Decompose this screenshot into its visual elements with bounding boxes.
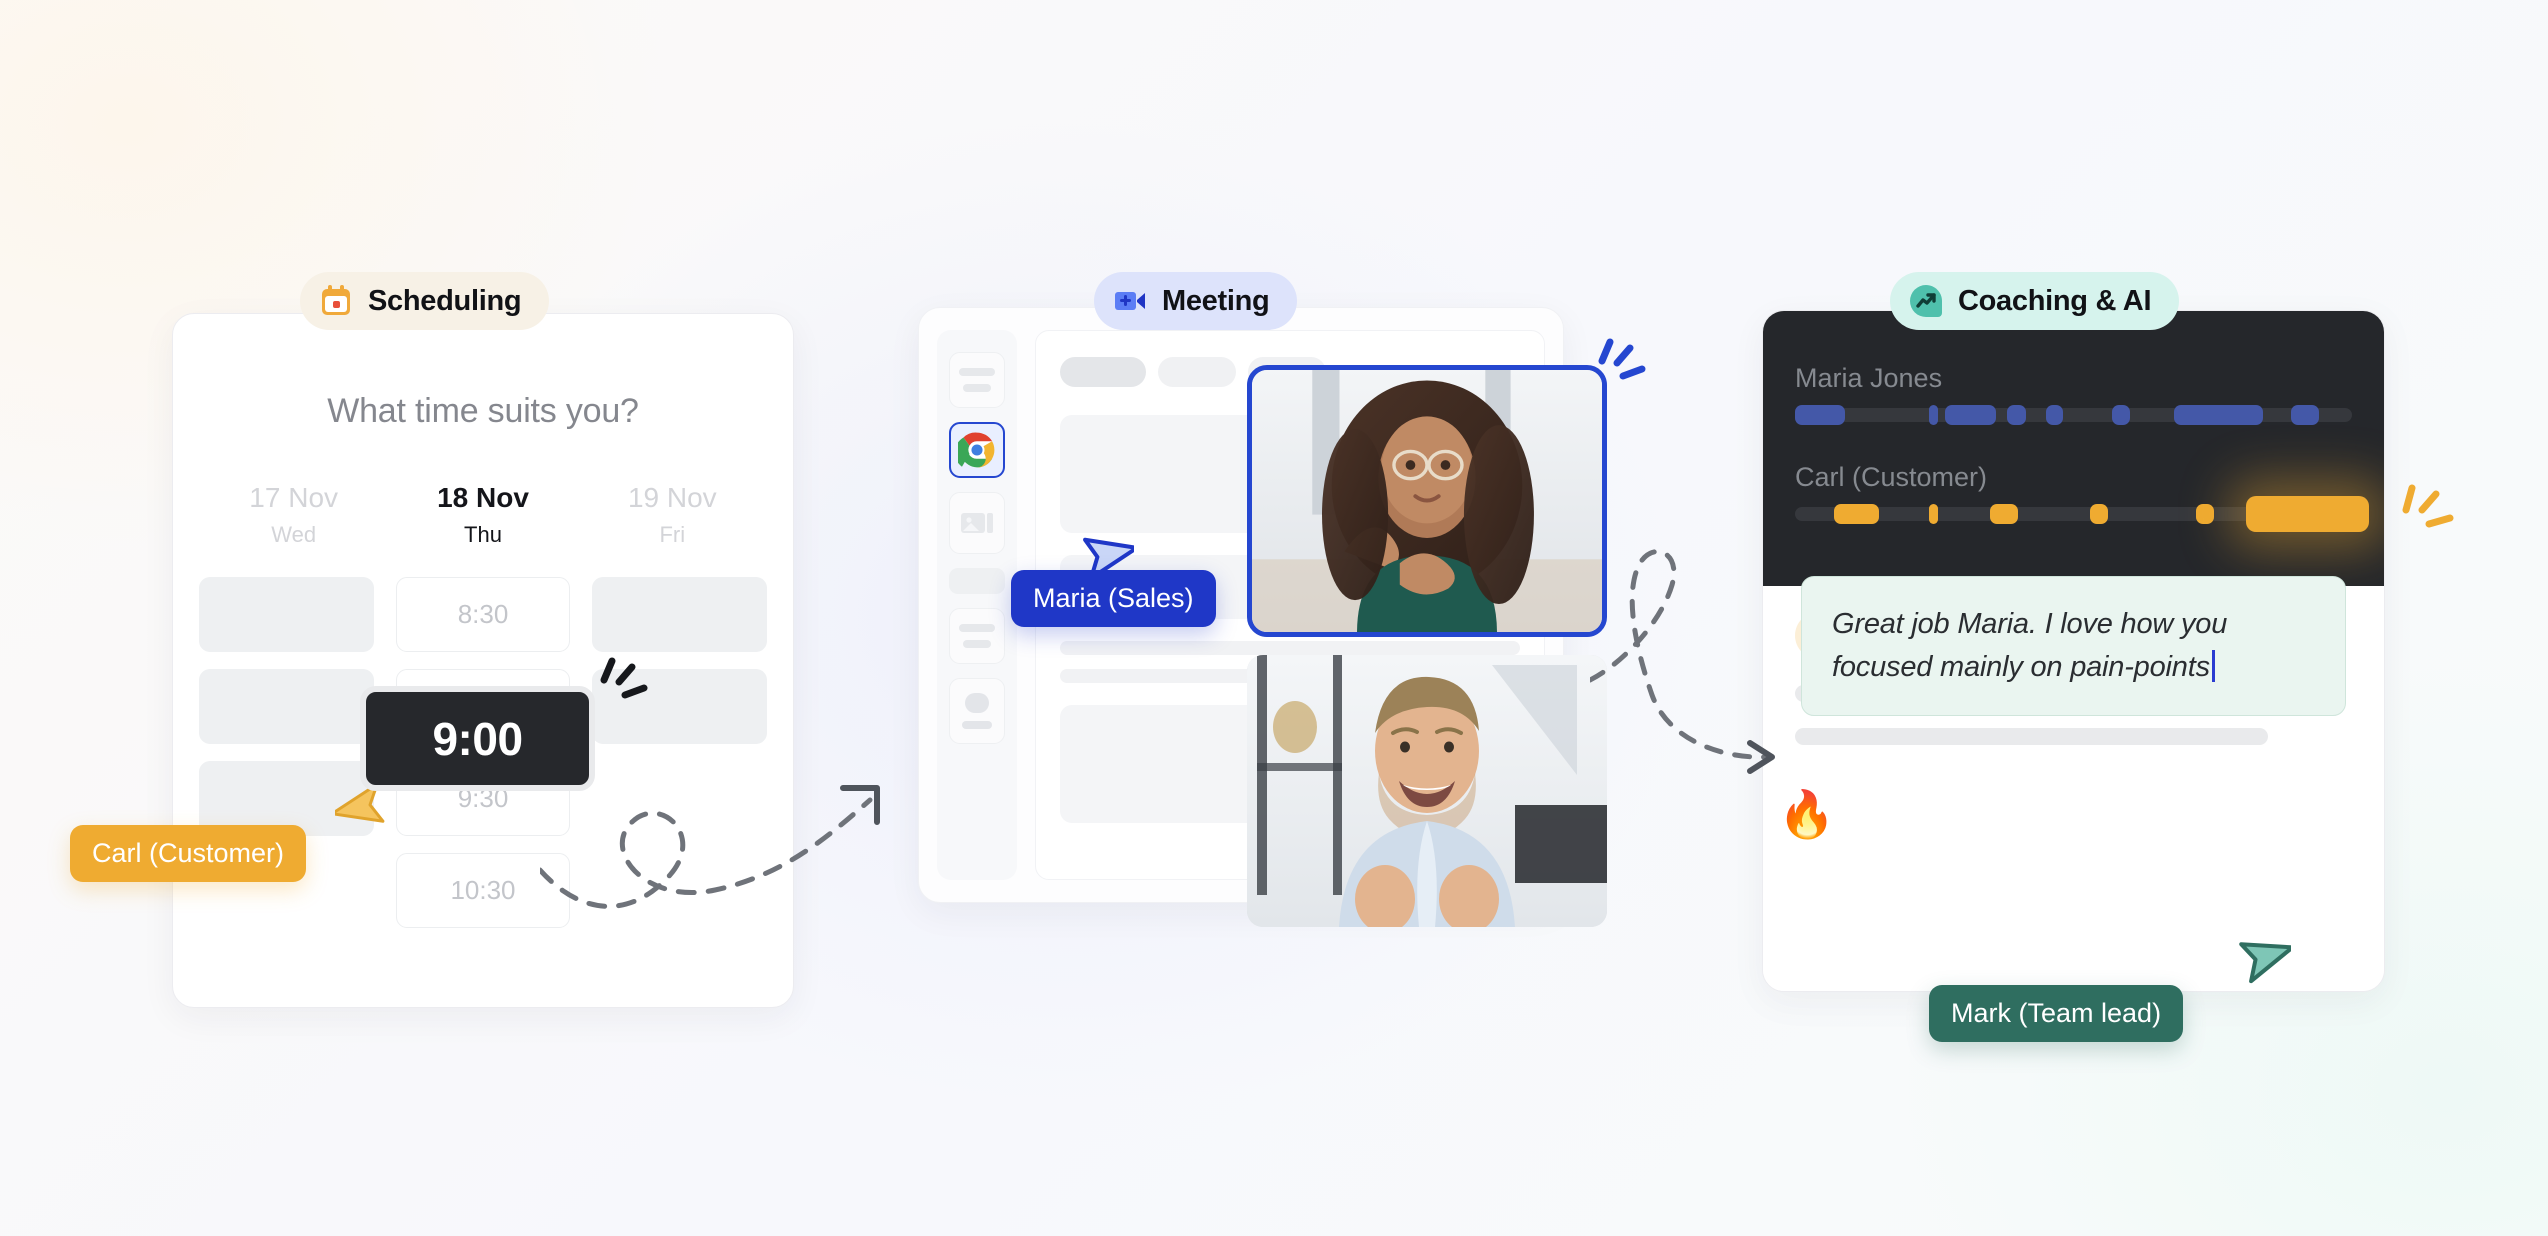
date-selector: 17 Nov Wed 18 Nov Thu 19 Nov Fri: [173, 481, 793, 551]
coaching-badge: Coaching & AI: [1890, 272, 2180, 330]
time-slot[interactable]: [592, 669, 767, 745]
carl-video-frame: [1247, 655, 1607, 927]
speech-segment: [1945, 405, 1996, 425]
carl-video-tile[interactable]: [1247, 655, 1607, 927]
text-caret: [2211, 649, 2215, 682]
avatar: [965, 693, 989, 713]
sidebar-item-skeleton-card[interactable]: [949, 608, 1005, 664]
skeleton-line: [959, 624, 995, 632]
skeleton-line: [1060, 641, 1520, 655]
sidebar-item-skeleton-card[interactable]: [949, 352, 1005, 408]
time-slot[interactable]: 8:30: [395, 577, 571, 653]
skeleton-line: [963, 384, 991, 392]
date-column-1[interactable]: 18 Nov Thu: [388, 481, 577, 551]
speaker-name-carl: Carl (Customer): [1795, 462, 1988, 492]
speech-segment: [2045, 405, 2064, 425]
browser-sidebar: [937, 330, 1017, 880]
sparkle-gold-icon: [2402, 484, 2454, 528]
speech-segment: [1928, 504, 1938, 524]
speech-segment-highlighted: [2246, 496, 2369, 532]
date-weekday: Thu: [464, 522, 502, 548]
time-slot-empty: [592, 853, 767, 928]
time-slot-empty: [592, 761, 767, 836]
trending-up-icon: [1910, 285, 1942, 317]
coaching-badge-label: Coaching & AI: [1958, 284, 2152, 317]
speech-segment: [2090, 504, 2109, 524]
time-slot[interactable]: [592, 577, 767, 653]
meeting-badge: Meeting: [1094, 272, 1298, 330]
coaching-comment-input[interactable]: Great job Maria. I love how you focused …: [1801, 576, 2346, 716]
maria-video-tile[interactable]: [1247, 365, 1607, 637]
fire-reaction-icon: 🔥: [1778, 788, 1836, 840]
date-day: 18 Nov: [437, 482, 529, 513]
canvas: What time suits you? 17 Nov Wed 18 Nov T…: [0, 0, 2548, 1236]
date-column-0[interactable]: 17 Nov Wed: [199, 481, 388, 551]
date-weekday: Wed: [271, 522, 317, 548]
speech-segment: [1795, 405, 1846, 425]
sidebar-item-pill[interactable]: [949, 568, 1005, 594]
speech-segment: [2290, 405, 2319, 425]
cursor-label-mark: Mark (Team lead): [1929, 985, 2184, 1042]
video-camera-icon: [1115, 292, 1145, 310]
selected-time-tooltip: 9:00: [360, 686, 595, 791]
sidebar-item-avatar-card[interactable]: [949, 678, 1005, 744]
calendar-icon: [322, 285, 350, 315]
scheduling-badge-label: Scheduling: [368, 284, 522, 317]
maria-video-frame: [1252, 370, 1602, 632]
skeleton-line: [962, 721, 992, 729]
skeleton-line: [963, 640, 991, 648]
scheduling-question: What time suits you?: [327, 392, 639, 430]
speech-segment: [1928, 405, 1938, 425]
speech-segment: [2196, 504, 2214, 524]
speech-segment: [2112, 405, 2131, 425]
speech-segment: [2173, 405, 2263, 425]
scheduling-badge: Scheduling: [300, 272, 550, 330]
chrome-icon: [958, 432, 995, 468]
time-slot[interactable]: [199, 669, 374, 745]
cursor-label-carl: Carl (Customer): [70, 825, 307, 882]
summary-skeleton-line: [1795, 728, 2269, 745]
date-day: 17 Nov: [249, 482, 339, 513]
speech-segment: [2006, 405, 2027, 425]
meeting-badge-label: Meeting: [1162, 284, 1270, 317]
date-day: 19 Nov: [627, 482, 717, 513]
connector-meeting-to-coaching: [1590, 549, 1775, 774]
cursor-label-maria: Maria (Sales): [1011, 570, 1216, 627]
cursor-mark-icon: [2239, 942, 2291, 984]
speaker-name-maria: Maria Jones: [1795, 363, 1943, 393]
speech-segment: [1833, 504, 1879, 524]
coaching-comment-text: Great job Maria. I love how you focused …: [1832, 608, 2228, 683]
date-weekday: Fri: [659, 522, 686, 548]
speech-segment: [1989, 504, 2018, 524]
speaker-track-carl[interactable]: [1795, 496, 2369, 532]
speaker-track-maria[interactable]: [1795, 405, 2352, 425]
coaching-panel: Maria Jones Carl (Customer) Great job Ma…: [1762, 310, 2385, 992]
sidebar-item-chrome[interactable]: [949, 422, 1005, 478]
time-slot[interactable]: 10:30: [395, 853, 571, 929]
time-slot[interactable]: [199, 577, 374, 653]
skeleton-tab: [1158, 357, 1236, 387]
scheduling-panel: What time suits you? 17 Nov Wed 18 Nov T…: [172, 313, 794, 1008]
sidebar-item-image-placeholder[interactable]: [949, 492, 1005, 554]
skeleton-line: [959, 368, 995, 376]
speaker-timeline-section: Maria Jones Carl (Customer): [1763, 311, 2384, 586]
date-column-2[interactable]: 19 Nov Fri: [578, 481, 767, 551]
skeleton-tab: [1060, 357, 1146, 387]
image-placeholder-icon: [961, 513, 993, 533]
